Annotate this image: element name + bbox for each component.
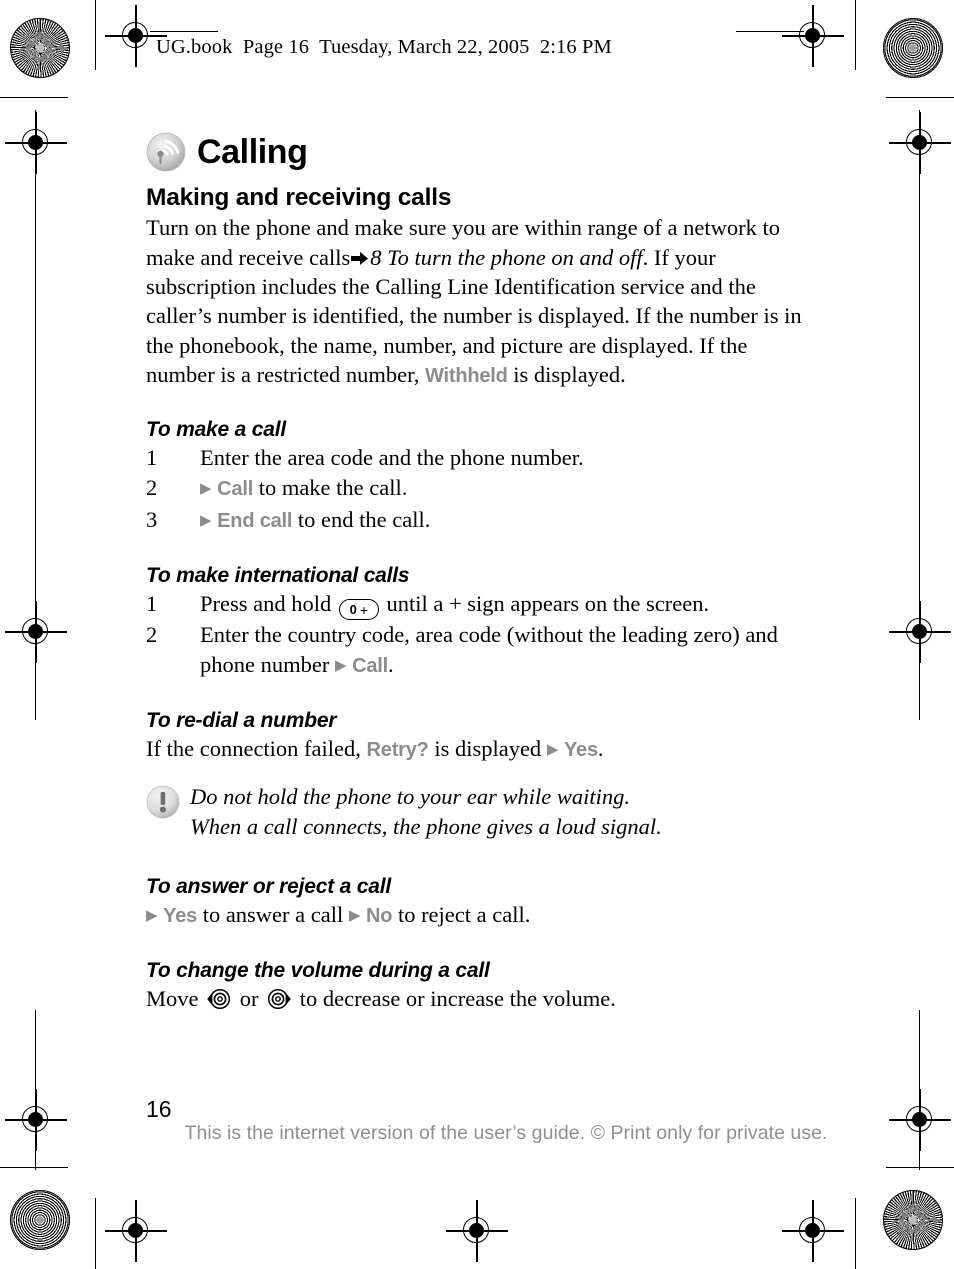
step-number: 2 (146, 622, 158, 648)
halftone-ring-mark-top-right (883, 18, 943, 78)
right-block-arrow-icon (350, 244, 370, 265)
note-line-2: When a call connects, the phone gives a … (190, 813, 662, 839)
trim-line-bottom-left (0, 1167, 68, 1169)
step-number: 3 (146, 506, 158, 532)
step-text-tail: to end the call. (292, 506, 431, 532)
registration-mark-bottom-center (446, 1200, 508, 1262)
step-text-tail: until a + sign appears on the screen. (386, 591, 710, 617)
step-item: 2 ▶ Call to make the call. (146, 473, 816, 505)
page-content: Calling Making and receiving calls Turn … (146, 132, 816, 1014)
redial-text-tail: . (597, 736, 604, 762)
registration-mark-top-right (782, 5, 844, 67)
no-label: No (366, 904, 393, 927)
header-rule-left (150, 31, 218, 33)
step-text: Press and hold 0 + until a + sign appears… (200, 589, 816, 621)
answer-reject-text-mid: to answer a call (197, 901, 349, 927)
redial-text-mid: is displayed (428, 736, 547, 762)
page-number: 16 (146, 1096, 172, 1122)
steps-make-a-call: 1 Enter the area code and the phone numb… (146, 443, 816, 537)
call-label: Call (352, 654, 389, 677)
note-text: Do not hold the phone to your ear while … (190, 782, 662, 842)
chapter-heading: Calling (146, 132, 816, 172)
step-text: Enter the country code, area code (witho… (200, 620, 816, 682)
section-heading-answer-reject: To answer or reject a call (146, 874, 391, 898)
menu-arrow-icon: ▶ (200, 510, 212, 529)
step-text: ▶ End call to end the call. (200, 505, 816, 537)
trim-line-top-left (0, 97, 68, 99)
withheld-label: Withheld (425, 364, 508, 387)
halftone-ring-mark-bottom-left (10, 1190, 70, 1250)
trim-line-mid-right-lower (919, 1010, 921, 1170)
volume-text-head: Move (146, 986, 205, 1012)
step-item: 1 Press and hold 0 + until a + sign appea… (146, 589, 816, 621)
trim-line-left-bottom (95, 1198, 97, 1269)
volume-text-mid: or (234, 986, 265, 1012)
trim-line-mid-left-lower (35, 1010, 37, 1170)
halftone-starburst-mark-bottom-right (883, 1190, 943, 1250)
section-heading-redial: To re-dial a number (146, 709, 337, 733)
end-call-label: End call (217, 509, 293, 532)
registration-mark-bottom-right (782, 1200, 844, 1262)
trim-line-left-top (95, 0, 97, 70)
registration-mark-bottom-left (105, 1200, 167, 1262)
note-block: Do not hold the phone to your ear while … (146, 782, 816, 842)
section-heading-make-a-call: To make a call (146, 418, 286, 442)
step-number: 1 (146, 591, 158, 617)
nav-key-right-icon (266, 987, 292, 1011)
redial-paragraph: If the connection failed, Retry? is disp… (146, 734, 816, 766)
section-heading-volume: To change the volume during a call (146, 959, 490, 983)
menu-arrow-icon: ▶ (146, 905, 158, 924)
answer-reject-text-tail: to reject a call. (392, 901, 531, 927)
exclamation-circle-icon (146, 785, 180, 819)
step-text-head: Enter the country code, area code (witho… (200, 622, 778, 677)
intro-text-part3: is displayed. (507, 361, 626, 387)
step-item: 3 ▶ End call to end the call. (146, 505, 816, 537)
trim-line-right-bottom (855, 1198, 857, 1269)
note-line-1: Do not hold the phone to your ear while … (190, 783, 630, 809)
step-number: 2 (146, 474, 158, 500)
answer-reject-paragraph: ▶ Yes to answer a call ▶ No to reject a … (146, 900, 816, 932)
trim-line-left-column (35, 110, 37, 720)
step-text-head: Press and hold (200, 591, 332, 617)
nav-key-left-icon (206, 987, 232, 1011)
step-text: ▶ Call to make the call. (200, 473, 816, 505)
document-header-text: UG.book Page 16 Tuesday, March 22, 2005 … (156, 36, 612, 58)
step-text: Enter the area code and the phone number… (200, 445, 584, 471)
steps-international-calls: 1 Press and hold 0 + until a + sign appea… (146, 589, 816, 682)
yes-label: Yes (163, 904, 198, 927)
key-plus-label: + (359, 601, 369, 618)
redial-text-head: If the connection failed, (146, 736, 367, 762)
yes-label: Yes (563, 739, 598, 762)
step-item: 2 Enter the country code, area code (wit… (146, 620, 816, 682)
menu-arrow-icon: ▶ (546, 740, 559, 759)
internet-version-watermark: This is the internet version of the user… (184, 1122, 828, 1144)
menu-arrow-icon: ▶ (334, 655, 347, 674)
menu-arrow-icon: ▶ (200, 478, 212, 497)
menu-arrow-icon: ▶ (348, 905, 361, 924)
step-item: 1 Enter the area code and the phone numb… (146, 443, 816, 472)
key-zero-label: 0 (349, 602, 357, 618)
step-number: 1 (146, 445, 158, 471)
registration-mark-top-left (105, 5, 167, 67)
step-text-tail: to make the call. (253, 474, 408, 500)
section-heading-international-calls: To make international calls (146, 564, 410, 588)
printed-page: UG.book Page 16 Tuesday, March 22, 2005 … (0, 0, 954, 1269)
halftone-starburst-mark-top-left (10, 18, 70, 78)
step-text-tail: . (388, 651, 394, 677)
cross-reference-text: 8 To turn the phone on and off (370, 244, 643, 270)
chapter-title: Calling (197, 133, 308, 171)
trim-line-right-top (855, 0, 857, 70)
radio-waves-icon (146, 132, 186, 172)
key-zero-plus-icon: 0 + (338, 599, 379, 621)
volume-paragraph: Move or to decrease or increase the volu… (146, 984, 816, 1013)
call-label: Call (217, 477, 254, 500)
trim-line-top-right (886, 97, 954, 99)
volume-text-tail: to decrease or increase the volume. (294, 986, 616, 1012)
section-heading-making-receiving: Making and receiving calls (146, 184, 452, 211)
intro-paragraph: Turn on the phone and make sure you are … (146, 213, 816, 391)
header-rule-right (736, 31, 804, 33)
trim-line-right-column (919, 110, 921, 720)
retry-label: Retry? (366, 739, 429, 762)
